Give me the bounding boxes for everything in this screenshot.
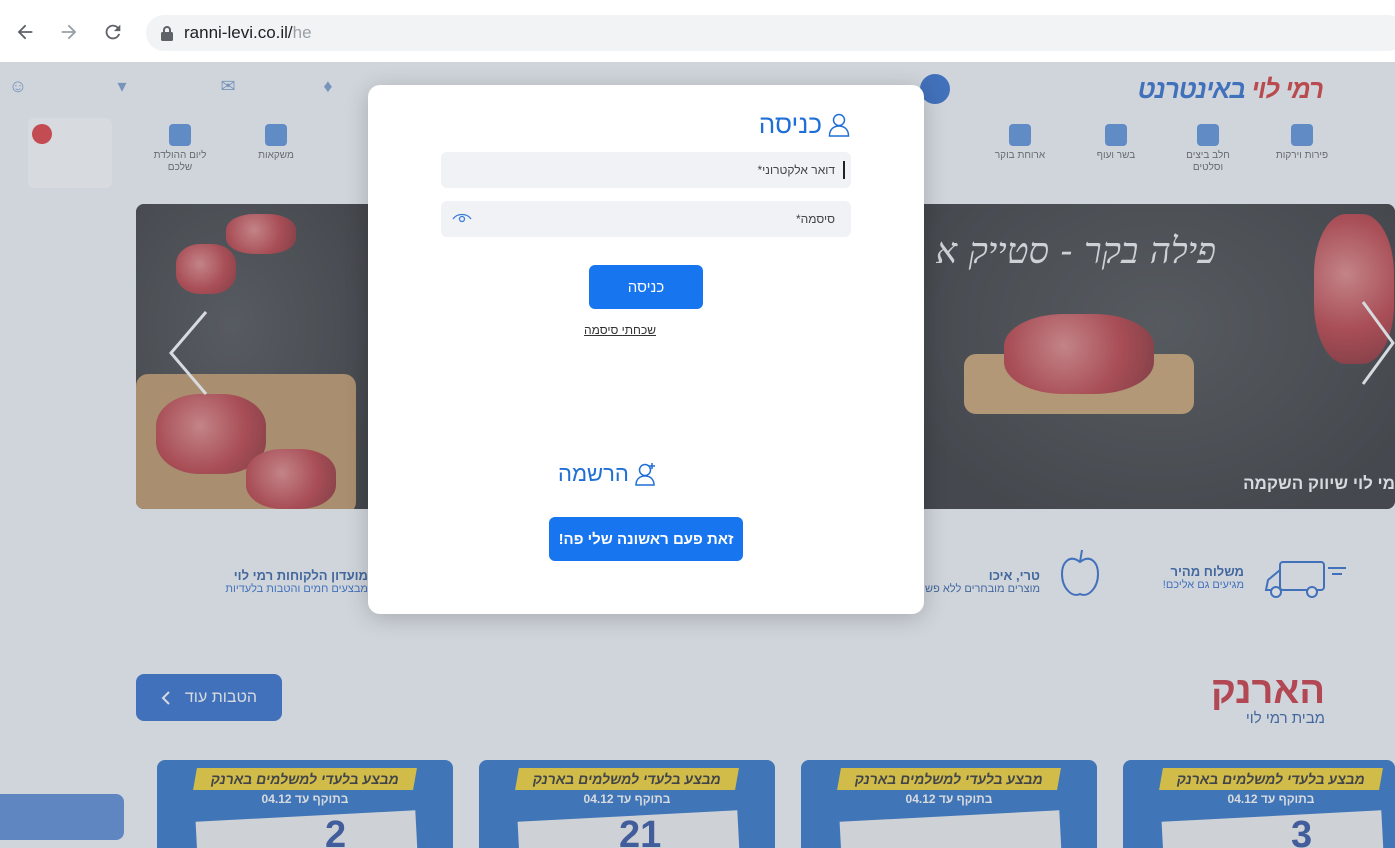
address-bar[interactable]: ranni-levi.co.il/he [146, 15, 1395, 51]
text-caret [843, 161, 845, 179]
register-heading: הרשמה [558, 461, 657, 487]
browser-toolbar: ranni-levi.co.il/he [0, 0, 1395, 62]
login-heading: כניסה [759, 109, 850, 140]
login-button[interactable]: כניסה [589, 265, 703, 309]
password-field[interactable] [441, 201, 851, 237]
first-time-button[interactable]: זאת פעם ראשונה שלי פה! [549, 517, 743, 561]
back-arrow-icon[interactable] [11, 18, 39, 46]
forgot-password-link[interactable]: שכחתי סיסמה [368, 323, 872, 337]
login-modal: כניסה כניסה שכחתי סיסמה הרשמה זאת פעם רא… [368, 85, 924, 614]
email-field[interactable] [441, 152, 851, 188]
show-password-eye-icon[interactable] [452, 212, 472, 226]
user-icon [828, 113, 850, 137]
reload-icon[interactable] [99, 18, 127, 46]
login-title: כניסה [758, 109, 822, 139]
forward-arrow-icon[interactable] [55, 18, 83, 46]
url-domain: ranni-levi.co.il/ [184, 23, 293, 42]
lock-icon [161, 26, 173, 41]
add-user-icon [635, 463, 655, 486]
url-path: he [292, 23, 312, 42]
register-title: הרשמה [558, 461, 629, 486]
